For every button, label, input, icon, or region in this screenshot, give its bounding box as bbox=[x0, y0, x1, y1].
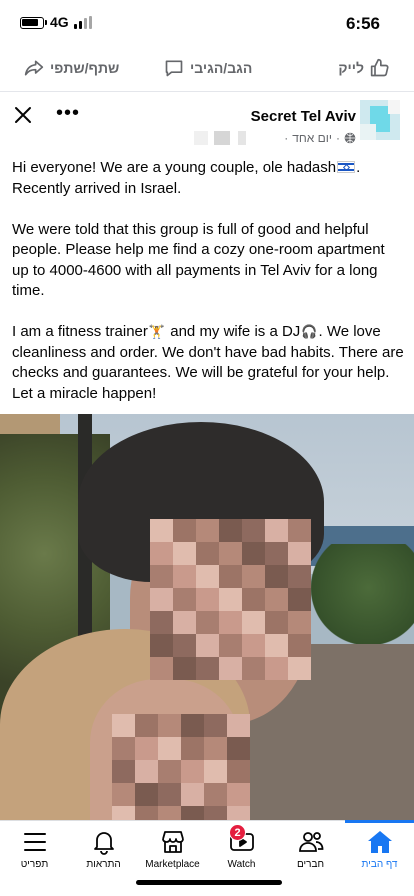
thumbs-up-icon bbox=[370, 58, 389, 77]
network-type: 4G bbox=[50, 14, 69, 30]
globe-icon bbox=[344, 132, 356, 144]
like-label: לייק bbox=[338, 60, 364, 76]
israel-flag-icon bbox=[337, 161, 356, 173]
group-name[interactable]: Secret Tel Aviv bbox=[251, 108, 356, 125]
comment-label: הגב/הגיבי bbox=[190, 60, 253, 76]
nav-friends[interactable]: חברים bbox=[276, 821, 345, 879]
share-label: שתף/שתפי bbox=[50, 60, 120, 76]
nav-watch[interactable]: 2 Watch bbox=[207, 821, 276, 879]
comment-button[interactable]: הגב/הגיבי bbox=[164, 58, 252, 78]
menu-icon bbox=[23, 833, 46, 851]
post-header: ••• Secret Tel Aviv · יום אחד · bbox=[0, 92, 414, 148]
share-icon bbox=[24, 60, 44, 76]
nav-notifications[interactable]: התראות bbox=[69, 821, 138, 879]
post-paragraph: We were told that this group is full of … bbox=[12, 220, 385, 300]
post-action-bar: לייק הגב/הגיבי שתף/שתפי bbox=[0, 48, 414, 92]
nav-home[interactable]: דף הבית bbox=[345, 820, 414, 879]
clock: 6:56 bbox=[345, 14, 380, 33]
close-icon[interactable] bbox=[12, 104, 34, 126]
post-paragraph: I am a fitness trainer🏋 and my wife is a… bbox=[12, 323, 404, 402]
redacted-author bbox=[194, 131, 334, 145]
group-avatar[interactable] bbox=[360, 100, 400, 140]
shop-icon bbox=[161, 831, 184, 853]
post-photo[interactable] bbox=[0, 414, 414, 820]
post-paragraph: Hi everyone! We are a young couple, ole … bbox=[12, 159, 361, 197]
nav-marketplace[interactable]: Marketplace bbox=[138, 821, 207, 879]
weightlifter-emoji-icon: 🏋 bbox=[148, 324, 166, 339]
post-text: Hi everyone! We are a young couple, ole … bbox=[12, 158, 404, 425]
battery-icon bbox=[20, 17, 44, 29]
status-bar: 4G 6:56 bbox=[0, 0, 414, 48]
nav-menu[interactable]: תפריט bbox=[0, 821, 69, 879]
watch-badge: 2 bbox=[229, 824, 246, 841]
headphones-emoji-icon: 🎧 bbox=[301, 324, 318, 339]
home-indicator bbox=[136, 880, 282, 885]
share-button[interactable]: שתף/שתפי bbox=[24, 58, 119, 78]
bell-icon bbox=[93, 832, 114, 855]
more-options-icon[interactable]: ••• bbox=[56, 102, 80, 125]
like-button[interactable]: לייק bbox=[338, 58, 390, 78]
comment-icon bbox=[165, 60, 183, 77]
home-icon bbox=[367, 831, 392, 853]
friends-icon bbox=[298, 832, 323, 852]
signal-icon bbox=[74, 16, 94, 29]
